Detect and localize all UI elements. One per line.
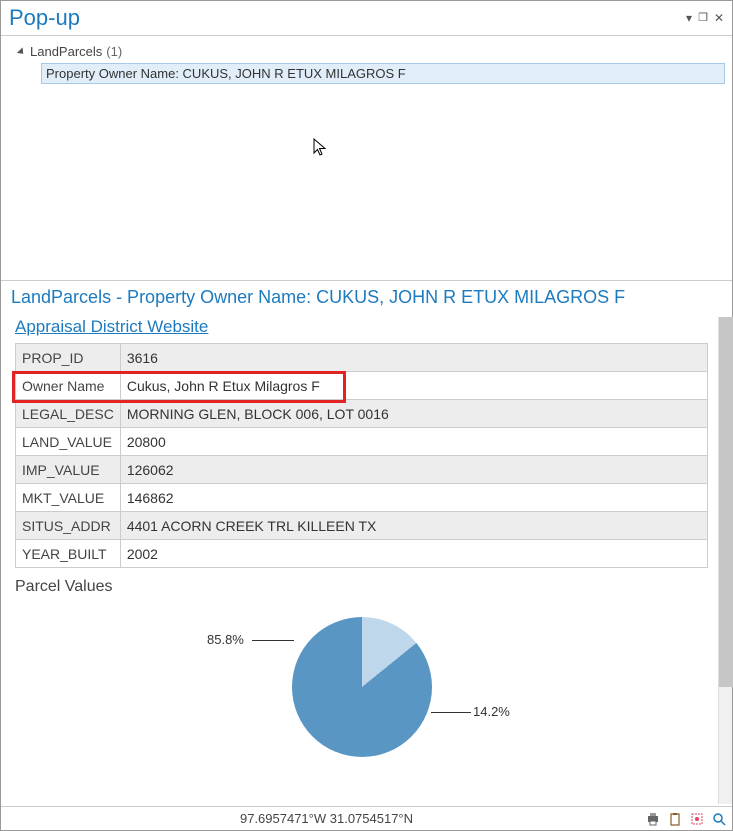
scroll-thumb[interactable] bbox=[719, 317, 733, 687]
attribute-table: PROP_ID3616Owner NameCukus, John R Etux … bbox=[15, 343, 708, 568]
status-bar: 97.6957471°W 31.0754517°N bbox=[1, 806, 732, 830]
popup-content: Appraisal District Website PROP_ID3616Ow… bbox=[1, 317, 718, 804]
attr-value: 3616 bbox=[120, 344, 707, 372]
table-row: PROP_ID3616 bbox=[16, 344, 708, 372]
table-row: IMP_VALUE126062 bbox=[16, 456, 708, 484]
window-title: Pop-up bbox=[9, 5, 80, 31]
close-icon[interactable]: ✕ bbox=[714, 12, 724, 24]
table-row: LEGAL_DESCMORNING GLEN, BLOCK 006, LOT 0… bbox=[16, 400, 708, 428]
tree-layer-name: LandParcels bbox=[30, 44, 102, 59]
attr-key: LAND_VALUE bbox=[16, 428, 121, 456]
window-controls: ▾ ❐ ✕ bbox=[686, 12, 724, 24]
attr-key: YEAR_BUILT bbox=[16, 540, 121, 568]
attr-key: SITUS_ADDR bbox=[16, 512, 121, 540]
tree-layer-row[interactable]: LandParcels (1) bbox=[19, 42, 722, 61]
table-row: Owner NameCukus, John R Etux Milagros F bbox=[16, 372, 708, 400]
attr-value: 20800 bbox=[120, 428, 707, 456]
appraisal-link[interactable]: Appraisal District Website bbox=[15, 317, 208, 337]
tree-feature-item[interactable]: Property Owner Name: CUKUS, JOHN R ETUX … bbox=[41, 63, 725, 84]
attr-value: MORNING GLEN, BLOCK 006, LOT 0016 bbox=[120, 400, 707, 428]
caret-down-icon[interactable] bbox=[17, 47, 26, 56]
status-icons bbox=[646, 812, 726, 826]
pie-graphic bbox=[292, 617, 432, 757]
table-row: YEAR_BUILT2002 bbox=[16, 540, 708, 568]
table-row: LAND_VALUE20800 bbox=[16, 428, 708, 456]
restore-icon[interactable]: ❐ bbox=[698, 13, 708, 24]
titlebar: Pop-up ▾ ❐ ✕ bbox=[1, 1, 732, 36]
pie-leader-1 bbox=[252, 640, 294, 641]
select-icon[interactable] bbox=[690, 812, 704, 826]
coordinates-readout: 97.6957471°W 31.0754517°N bbox=[240, 811, 413, 826]
zoom-icon[interactable] bbox=[712, 812, 726, 826]
attr-value: Cukus, John R Etux Milagros F bbox=[120, 372, 707, 400]
attr-key: MKT_VALUE bbox=[16, 484, 121, 512]
pie-chart: 85.8% 14.2% bbox=[15, 602, 708, 772]
autohide-icon[interactable]: ▾ bbox=[686, 12, 692, 24]
pie-leader-2 bbox=[431, 712, 471, 713]
clipboard-icon[interactable] bbox=[668, 812, 682, 826]
feature-tree: LandParcels (1) Property Owner Name: CUK… bbox=[1, 36, 732, 280]
attr-value: 2002 bbox=[120, 540, 707, 568]
pie-label-1: 85.8% bbox=[207, 632, 244, 647]
attr-key: LEGAL_DESC bbox=[16, 400, 121, 428]
table-row: MKT_VALUE146862 bbox=[16, 484, 708, 512]
attr-value: 146862 bbox=[120, 484, 707, 512]
attr-value: 126062 bbox=[120, 456, 707, 484]
popup-heading: LandParcels - Property Owner Name: CUKUS… bbox=[1, 280, 732, 316]
scrollbar[interactable] bbox=[718, 317, 732, 804]
attr-value: 4401 ACORN CREEK TRL KILLEEN TX bbox=[120, 512, 707, 540]
attr-key: Owner Name bbox=[16, 372, 121, 400]
table-row: SITUS_ADDR4401 ACORN CREEK TRL KILLEEN T… bbox=[16, 512, 708, 540]
tree-layer-count: (1) bbox=[106, 44, 122, 59]
attr-key: IMP_VALUE bbox=[16, 456, 121, 484]
pie-label-2: 14.2% bbox=[473, 704, 510, 719]
print-icon[interactable] bbox=[646, 812, 660, 826]
attr-key: PROP_ID bbox=[16, 344, 121, 372]
parcel-values-title: Parcel Values bbox=[15, 578, 708, 596]
